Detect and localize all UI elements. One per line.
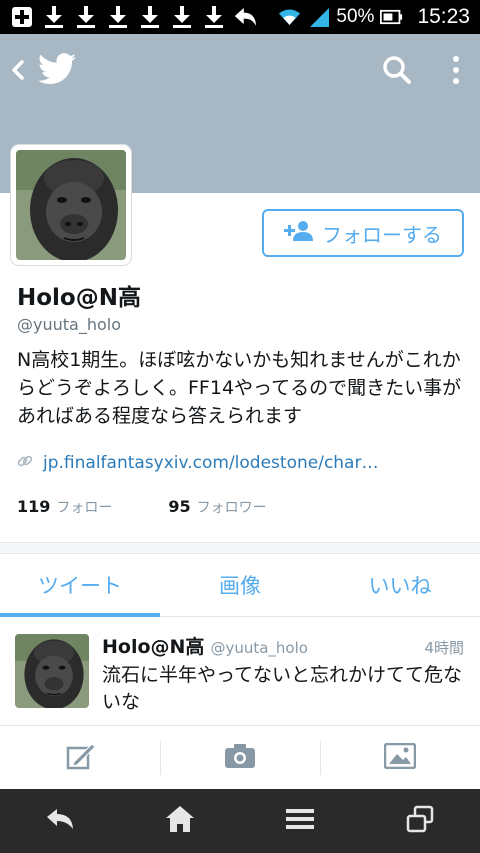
image-icon — [383, 742, 417, 773]
download-icon — [138, 4, 161, 30]
tweet-author-handle: @yuuta_holo — [210, 639, 308, 657]
profile-link[interactable]: jp.finalfantasyxiv.com/lodestone/char… — [17, 453, 378, 473]
followers-count: 95 — [168, 497, 191, 516]
chevron-left-icon[interactable] — [6, 54, 28, 86]
camera-button[interactable] — [160, 727, 320, 789]
profile-tabs: ツイート 画像 いいね — [0, 554, 480, 617]
profile-bio: N高校1期生。ほぼ呟かないかも知れませんがこれからどうぞよろしく。FF14やって… — [17, 349, 462, 427]
compose-icon — [64, 742, 96, 774]
follow-button[interactable]: フォローする — [262, 209, 464, 257]
battery-icon — [380, 4, 403, 30]
search-icon[interactable] — [380, 54, 414, 88]
profile-avatar[interactable] — [11, 145, 131, 265]
notification-icons — [0, 4, 257, 30]
more-vertical-icon[interactable] — [444, 54, 468, 88]
link-icon — [17, 453, 33, 473]
download-icon — [42, 4, 65, 30]
system-nav-bar — [0, 789, 480, 853]
section-divider — [0, 542, 480, 554]
menu-icon — [285, 807, 315, 835]
add-icon — [10, 4, 33, 30]
profile-link-text[interactable]: jp.finalfantasyxiv.com/lodestone/char… — [43, 453, 378, 473]
avatar-gorilla-image — [16, 150, 126, 260]
following-count: 119 — [17, 497, 51, 516]
download-icon — [202, 4, 225, 30]
download-icon — [74, 4, 97, 30]
menu-button[interactable] — [270, 796, 330, 846]
back-icon — [45, 808, 75, 834]
recent-apps-button[interactable] — [390, 796, 450, 846]
tweet-header: Holo@N高 @yuuta_holo 4時間 — [102, 632, 464, 659]
download-icon — [170, 4, 193, 30]
wifi-icon — [278, 4, 301, 30]
follow-button-label: フォローする — [322, 222, 442, 247]
tab-media[interactable]: 画像 — [160, 554, 320, 616]
compose-bar — [0, 727, 480, 789]
profile-handle: @yuuta_holo — [17, 315, 121, 334]
battery-percent: 50% — [336, 6, 375, 27]
back-button[interactable] — [30, 796, 90, 846]
image-button[interactable] — [320, 727, 480, 789]
reply-icon — [234, 4, 257, 30]
tab-likes[interactable]: いいね — [320, 554, 480, 616]
following-stat[interactable]: 119 フォロー — [17, 497, 112, 517]
status-right: 50% 15:23 — [278, 4, 480, 30]
followers-stat[interactable]: 95 フォロワー — [168, 497, 266, 517]
tab-tweets[interactable]: ツイート — [0, 554, 160, 617]
following-label: フォロー — [56, 500, 113, 516]
avatar-gorilla-image — [15, 634, 89, 708]
tweet-timestamp: 4時間 — [424, 639, 464, 657]
clock: 15:23 — [417, 5, 470, 28]
tweet-text: 流石に半年やってないと忘れかけてて危ないな — [102, 664, 463, 713]
twitter-bird-icon[interactable] — [38, 52, 76, 86]
home-icon — [165, 805, 195, 837]
status-bar: 50% 15:23 — [0, 0, 480, 34]
signal-icon — [307, 4, 330, 30]
home-button[interactable] — [150, 796, 210, 846]
tweet-author-name: Holo@N高 — [102, 636, 205, 658]
profile-stats: 119 フォロー 95 フォロワー — [17, 497, 267, 517]
tweet-avatar[interactable] — [15, 634, 89, 708]
compose-button[interactable] — [0, 727, 160, 789]
profile-name: Holo@N高 — [17, 285, 141, 311]
followers-label: フォロワー — [196, 500, 267, 516]
camera-icon — [224, 743, 256, 773]
tweet-item[interactable]: Holo@N高 @yuuta_holo 4時間 流石に半年やってないと忘れかけて… — [0, 618, 480, 726]
download-icon — [106, 4, 129, 30]
recent-apps-icon — [406, 805, 434, 837]
add-user-icon — [284, 220, 314, 246]
